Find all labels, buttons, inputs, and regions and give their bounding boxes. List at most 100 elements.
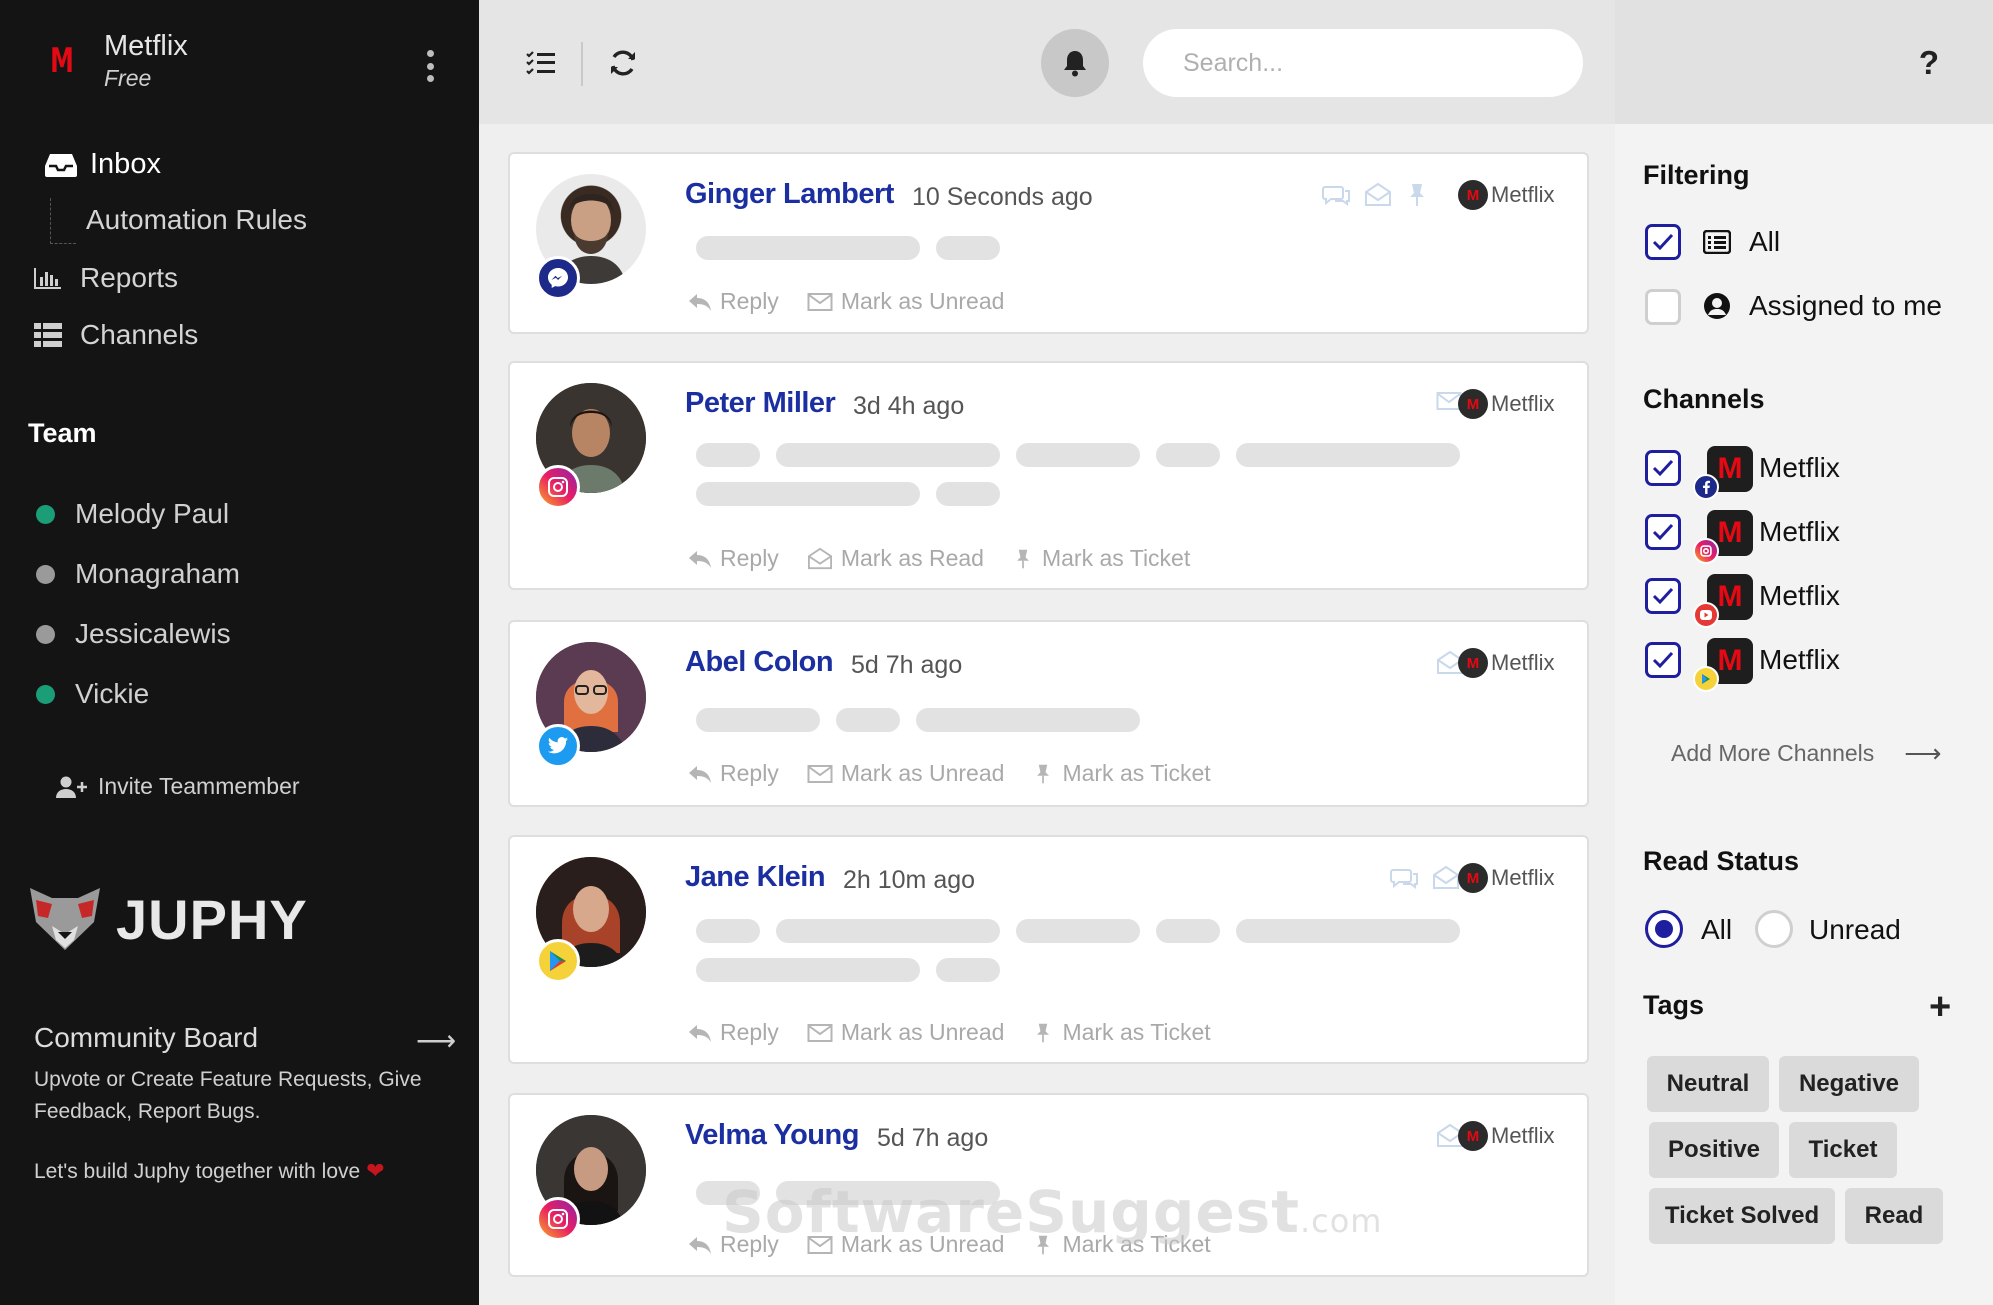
message-card[interactable]: Ginger Lambert 10 Seconds ago M Metflix R… — [508, 152, 1589, 334]
top-bar — [479, 0, 1615, 124]
reply-icon — [688, 764, 712, 784]
arrow-right-icon[interactable]: ⟶ — [416, 1024, 456, 1057]
tag-ticket[interactable]: Ticket — [1789, 1122, 1897, 1178]
team-member-name: Jessicalewis — [75, 618, 231, 649]
message-card[interactable]: Peter Miller 3d 4h ago M Metflix Reply Ma… — [508, 361, 1589, 590]
task-list-button[interactable] — [507, 29, 575, 97]
reply-icon — [688, 292, 712, 312]
nav-inbox[interactable]: Inbox — [44, 148, 161, 181]
instagram-icon — [536, 465, 580, 509]
filter-all-row[interactable]: All — [1703, 226, 1780, 258]
reply-button[interactable]: Reply — [688, 545, 779, 572]
filter-assigned-row[interactable]: Assigned to me — [1703, 290, 1942, 322]
channel-checkbox[interactable] — [1645, 514, 1681, 550]
team-member[interactable]: Monagraham — [36, 558, 240, 590]
contact-name[interactable]: Abel Colon — [685, 646, 834, 679]
mark-unread-button[interactable]: Mark as Unread — [807, 288, 1004, 315]
google-play-icon — [1693, 666, 1719, 692]
filter-panel: ? Filtering All Assigned to me Channels … — [1615, 0, 1993, 1305]
mark-read-button[interactable]: Mark as Read — [807, 545, 984, 572]
nav-channels[interactable]: Channels — [34, 319, 198, 351]
add-more-label: Add More Channels — [1671, 740, 1875, 766]
brand[interactable]: M Metflix Free — [44, 30, 188, 92]
team-member[interactable]: Melody Paul — [36, 498, 229, 530]
pin-icon[interactable] — [1404, 182, 1430, 208]
tag-read[interactable]: Read — [1845, 1188, 1943, 1244]
account-name: Metflix — [1491, 1123, 1555, 1148]
envelope-icon — [807, 1023, 833, 1043]
checkmark-icon — [1652, 233, 1674, 251]
reply-button[interactable]: Reply — [688, 288, 779, 315]
tag-ticket-solved[interactable]: Ticket Solved — [1649, 1188, 1835, 1244]
message-card[interactable]: Abel Colon 5d 7h ago M Metflix Reply Mark… — [508, 620, 1589, 807]
inbox-icon — [44, 152, 78, 178]
mark-ticket-button[interactable]: Mark as Ticket — [1032, 760, 1211, 787]
message-actions: Reply Mark as Unread Mark as Ticket — [688, 760, 1239, 787]
read-status-all-radio[interactable] — [1645, 910, 1683, 948]
message-time: 3d 4h ago — [853, 392, 965, 420]
reply-button[interactable]: Reply — [688, 760, 779, 787]
contact-name[interactable]: Velma Young — [685, 1119, 859, 1152]
contact-name[interactable]: Jane Klein — [685, 861, 826, 894]
help-button[interactable]: ? — [1895, 29, 1963, 97]
contact-name[interactable]: Ginger Lambert — [685, 178, 894, 211]
channel-checkbox[interactable] — [1645, 642, 1681, 678]
refresh-icon — [611, 50, 635, 76]
search-input[interactable] — [1143, 29, 1583, 97]
reply-label: Reply — [720, 288, 779, 314]
envelope-open-icon[interactable] — [1432, 865, 1460, 891]
contact-name[interactable]: Peter Miller — [685, 387, 836, 420]
mark-ticket-label: Mark as Ticket — [1062, 760, 1211, 786]
account-name: Metflix — [1491, 391, 1555, 416]
envelope-icon — [807, 764, 833, 784]
invite-teammember-button[interactable]: Invite Teammember — [56, 773, 300, 800]
team-member-name: Vickie — [75, 678, 150, 709]
team-member[interactable]: Vickie — [36, 678, 149, 710]
read-status-unread-radio[interactable] — [1755, 910, 1793, 948]
nav-reports[interactable]: Reports — [34, 262, 178, 294]
reply-icon — [688, 1235, 712, 1255]
nav-automation-rules[interactable]: Automation Rules — [86, 204, 307, 236]
pin-icon — [1032, 762, 1054, 786]
juphy-logo: JUPHY — [28, 886, 308, 952]
chat-icon[interactable] — [1390, 866, 1420, 890]
channel-checkbox[interactable] — [1645, 450, 1681, 486]
mark-ticket-button[interactable]: Mark as Ticket — [1012, 545, 1190, 572]
reply-icon — [688, 1023, 712, 1043]
add-user-icon — [56, 776, 88, 798]
refresh-button[interactable] — [589, 29, 657, 97]
fox-mask-icon — [30, 888, 100, 950]
notifications-button[interactable] — [1041, 29, 1109, 97]
add-more-channels-link[interactable]: Add More Channels ⟶ — [1671, 738, 1942, 769]
reply-label: Reply — [720, 760, 779, 786]
account-label: M Metflix — [1458, 648, 1555, 678]
add-tag-icon[interactable]: + — [1929, 986, 1951, 1029]
mark-ticket-button[interactable]: Mark as Ticket — [1032, 1019, 1211, 1046]
metflix-mini-logo: M — [1458, 1121, 1488, 1151]
filter-assigned-checkbox[interactable] — [1645, 289, 1681, 325]
mark-unread-button[interactable]: Mark as Unread — [807, 1019, 1004, 1046]
read-status-unread-label[interactable]: Unread — [1809, 914, 1901, 946]
chat-icon[interactable] — [1322, 183, 1352, 207]
reply-button[interactable]: Reply — [688, 1019, 779, 1046]
message-placeholder — [936, 236, 1000, 260]
channel-checkbox[interactable] — [1645, 578, 1681, 614]
message-placeholder — [696, 443, 760, 467]
more-options-icon[interactable] — [418, 46, 442, 86]
message-card[interactable]: Jane Klein 2h 10m ago M Metflix Reply Mar… — [508, 835, 1589, 1064]
tag-negative[interactable]: Negative — [1779, 1056, 1919, 1112]
filtering-heading: Filtering — [1643, 160, 1750, 190]
team-member[interactable]: Jessicalewis — [36, 618, 231, 650]
nav-inbox-label: Inbox — [90, 148, 161, 180]
read-status-all-label[interactable]: All — [1701, 914, 1732, 946]
nav-reports-label: Reports — [80, 262, 179, 293]
tag-positive[interactable]: Positive — [1649, 1122, 1779, 1178]
filter-all-checkbox[interactable] — [1645, 224, 1681, 260]
message-time: 2h 10m ago — [843, 866, 976, 894]
community-board-link[interactable]: Community Board — [34, 1022, 258, 1054]
mark-unread-button[interactable]: Mark as Unread — [807, 760, 1004, 787]
team-member-name: Monagraham — [75, 558, 240, 589]
account-name: Metflix — [1491, 650, 1555, 675]
tag-neutral[interactable]: Neutral — [1647, 1056, 1769, 1112]
envelope-open-icon[interactable] — [1364, 182, 1392, 208]
